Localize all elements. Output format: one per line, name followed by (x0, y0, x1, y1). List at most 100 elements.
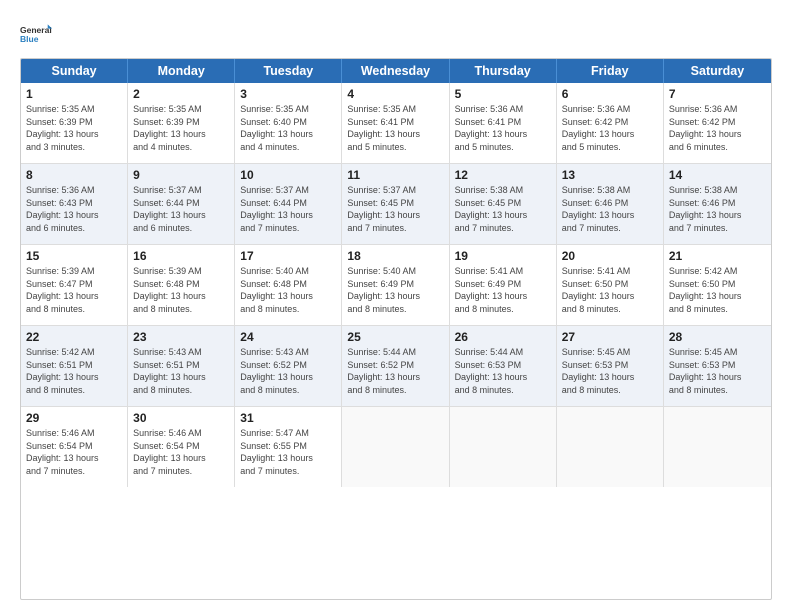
cell-info: Sunrise: 5:40 AM Sunset: 6:49 PM Dayligh… (347, 265, 443, 315)
calendar-cell: 19 Sunrise: 5:41 AM Sunset: 6:49 PM Dayli… (450, 245, 557, 325)
day-number: 3 (240, 87, 336, 101)
calendar-cell: 31Sunrise: 5:47 AM Sunset: 6:55 PM Dayli… (235, 407, 342, 487)
calendar-cell: 15 Sunrise: 5:39 AM Sunset: 6:47 PM Dayli… (21, 245, 128, 325)
logo: General Blue (20, 18, 52, 50)
calendar-cell: 30 Sunrise: 5:46 AM Sunset: 6:54 PM Dayli… (128, 407, 235, 487)
calendar-cell: 5 Sunrise: 5:36 AM Sunset: 6:41 PM Daylig… (450, 83, 557, 163)
day-number: 26 (455, 330, 551, 344)
cell-info: Sunrise: 5:41 AM Sunset: 6:49 PM Dayligh… (455, 265, 551, 315)
day-number: 17 (240, 249, 336, 263)
calendar-week-1: 1 Sunrise: 5:35 AM Sunset: 6:39 PM Daylig… (21, 83, 771, 164)
day-number: 7 (669, 87, 766, 101)
logo-svg: General Blue (20, 18, 52, 50)
header-cell-sunday: Sunday (21, 59, 128, 83)
cell-info: Sunrise: 5:35 AM Sunset: 6:39 PM Dayligh… (26, 103, 122, 153)
day-number: 12 (455, 168, 551, 182)
calendar-cell: 22 Sunrise: 5:42 AM Sunset: 6:51 PM Dayli… (21, 326, 128, 406)
cell-info: Sunrise: 5:44 AM Sunset: 6:52 PM Dayligh… (347, 346, 443, 396)
calendar-cell (450, 407, 557, 487)
cell-info: Sunrise: 5:36 AM Sunset: 6:41 PM Dayligh… (455, 103, 551, 153)
day-number: 28 (669, 330, 766, 344)
cell-info: Sunrise: 5:35 AM Sunset: 6:41 PM Dayligh… (347, 103, 443, 153)
header-cell-thursday: Thursday (450, 59, 557, 83)
day-number: 2 (133, 87, 229, 101)
cell-info: Sunrise: 5:39 AM Sunset: 6:47 PM Dayligh… (26, 265, 122, 315)
cell-info: Sunrise: 5:36 AM Sunset: 6:42 PM Dayligh… (669, 103, 766, 153)
day-number: 4 (347, 87, 443, 101)
calendar-cell: 12 Sunrise: 5:38 AM Sunset: 6:45 PM Dayli… (450, 164, 557, 244)
day-number: 19 (455, 249, 551, 263)
calendar-cell (342, 407, 449, 487)
calendar-cell: 3 Sunrise: 5:35 AM Sunset: 6:40 PM Daylig… (235, 83, 342, 163)
svg-text:General: General (20, 25, 52, 35)
day-number: 23 (133, 330, 229, 344)
cell-info: Sunrise: 5:37 AM Sunset: 6:45 PM Dayligh… (347, 184, 443, 234)
cell-info: Sunrise: 5:38 AM Sunset: 6:45 PM Dayligh… (455, 184, 551, 234)
calendar-week-3: 15 Sunrise: 5:39 AM Sunset: 6:47 PM Dayli… (21, 245, 771, 326)
calendar-cell: 20 Sunrise: 5:41 AM Sunset: 6:50 PM Dayli… (557, 245, 664, 325)
cell-info: Sunrise: 5:45 AM Sunset: 6:53 PM Dayligh… (562, 346, 658, 396)
calendar-cell: 7 Sunrise: 5:36 AM Sunset: 6:42 PM Daylig… (664, 83, 771, 163)
day-number: 14 (669, 168, 766, 182)
day-number: 13 (562, 168, 658, 182)
day-number: 24 (240, 330, 336, 344)
calendar-week-5: 29 Sunrise: 5:46 AM Sunset: 6:54 PM Dayli… (21, 407, 771, 487)
calendar-week-4: 22 Sunrise: 5:42 AM Sunset: 6:51 PM Dayli… (21, 326, 771, 407)
calendar-cell: 25 Sunrise: 5:44 AM Sunset: 6:52 PM Dayli… (342, 326, 449, 406)
day-number: 8 (26, 168, 122, 182)
day-number: 30 (133, 411, 229, 425)
calendar-cell (557, 407, 664, 487)
header-cell-monday: Monday (128, 59, 235, 83)
cell-info: Sunrise: 5:36 AM Sunset: 6:42 PM Dayligh… (562, 103, 658, 153)
day-number: 16 (133, 249, 229, 263)
calendar-cell: 26 Sunrise: 5:44 AM Sunset: 6:53 PM Dayli… (450, 326, 557, 406)
calendar-body: 1 Sunrise: 5:35 AM Sunset: 6:39 PM Daylig… (21, 83, 771, 487)
cell-info: Sunrise: 5:38 AM Sunset: 6:46 PM Dayligh… (669, 184, 766, 234)
calendar-cell: 8 Sunrise: 5:36 AM Sunset: 6:43 PM Daylig… (21, 164, 128, 244)
cell-info: Sunrise: 5:35 AM Sunset: 6:40 PM Dayligh… (240, 103, 336, 153)
calendar-cell: 18Sunrise: 5:40 AM Sunset: 6:49 PM Dayli… (342, 245, 449, 325)
cell-info: Sunrise: 5:43 AM Sunset: 6:52 PM Dayligh… (240, 346, 336, 396)
cell-info: Sunrise: 5:36 AM Sunset: 6:43 PM Dayligh… (26, 184, 122, 234)
cell-info: Sunrise: 5:42 AM Sunset: 6:51 PM Dayligh… (26, 346, 122, 396)
header-cell-wednesday: Wednesday (342, 59, 449, 83)
header: General Blue (20, 18, 772, 50)
cell-info: Sunrise: 5:46 AM Sunset: 6:54 PM Dayligh… (133, 427, 229, 477)
cell-info: Sunrise: 5:35 AM Sunset: 6:39 PM Dayligh… (133, 103, 229, 153)
calendar-cell: 21 Sunrise: 5:42 AM Sunset: 6:50 PM Dayli… (664, 245, 771, 325)
calendar: SundayMondayTuesdayWednesdayThursdayFrid… (20, 58, 772, 600)
calendar-cell: 14 Sunrise: 5:38 AM Sunset: 6:46 PM Dayli… (664, 164, 771, 244)
calendar-cell: 2 Sunrise: 5:35 AM Sunset: 6:39 PM Daylig… (128, 83, 235, 163)
header-cell-friday: Friday (557, 59, 664, 83)
header-cell-tuesday: Tuesday (235, 59, 342, 83)
day-number: 21 (669, 249, 766, 263)
cell-info: Sunrise: 5:42 AM Sunset: 6:50 PM Dayligh… (669, 265, 766, 315)
day-number: 29 (26, 411, 122, 425)
calendar-cell: 29Sunrise: 5:46 AM Sunset: 6:54 PM Dayli… (21, 407, 128, 487)
day-number: 25 (347, 330, 443, 344)
calendar-cell: 23 Sunrise: 5:43 AM Sunset: 6:51 PM Dayli… (128, 326, 235, 406)
header-cell-saturday: Saturday (664, 59, 771, 83)
cell-info: Sunrise: 5:43 AM Sunset: 6:51 PM Dayligh… (133, 346, 229, 396)
cell-info: Sunrise: 5:41 AM Sunset: 6:50 PM Dayligh… (562, 265, 658, 315)
day-number: 15 (26, 249, 122, 263)
calendar-cell: 10Sunrise: 5:37 AM Sunset: 6:44 PM Dayli… (235, 164, 342, 244)
day-number: 6 (562, 87, 658, 101)
calendar-header: SundayMondayTuesdayWednesdayThursdayFrid… (21, 59, 771, 83)
day-number: 11 (347, 168, 443, 182)
cell-info: Sunrise: 5:44 AM Sunset: 6:53 PM Dayligh… (455, 346, 551, 396)
cell-info: Sunrise: 5:45 AM Sunset: 6:53 PM Dayligh… (669, 346, 766, 396)
cell-info: Sunrise: 5:40 AM Sunset: 6:48 PM Dayligh… (240, 265, 336, 315)
day-number: 9 (133, 168, 229, 182)
day-number: 5 (455, 87, 551, 101)
day-number: 20 (562, 249, 658, 263)
calendar-cell: 13Sunrise: 5:38 AM Sunset: 6:46 PM Dayli… (557, 164, 664, 244)
page: General Blue SundayMondayTuesdayWednesda… (0, 0, 792, 612)
calendar-cell: 4 Sunrise: 5:35 AM Sunset: 6:41 PM Daylig… (342, 83, 449, 163)
calendar-cell: 27 Sunrise: 5:45 AM Sunset: 6:53 PM Dayli… (557, 326, 664, 406)
day-number: 1 (26, 87, 122, 101)
day-number: 22 (26, 330, 122, 344)
day-number: 27 (562, 330, 658, 344)
cell-info: Sunrise: 5:47 AM Sunset: 6:55 PM Dayligh… (240, 427, 336, 477)
calendar-cell: 1 Sunrise: 5:35 AM Sunset: 6:39 PM Daylig… (21, 83, 128, 163)
